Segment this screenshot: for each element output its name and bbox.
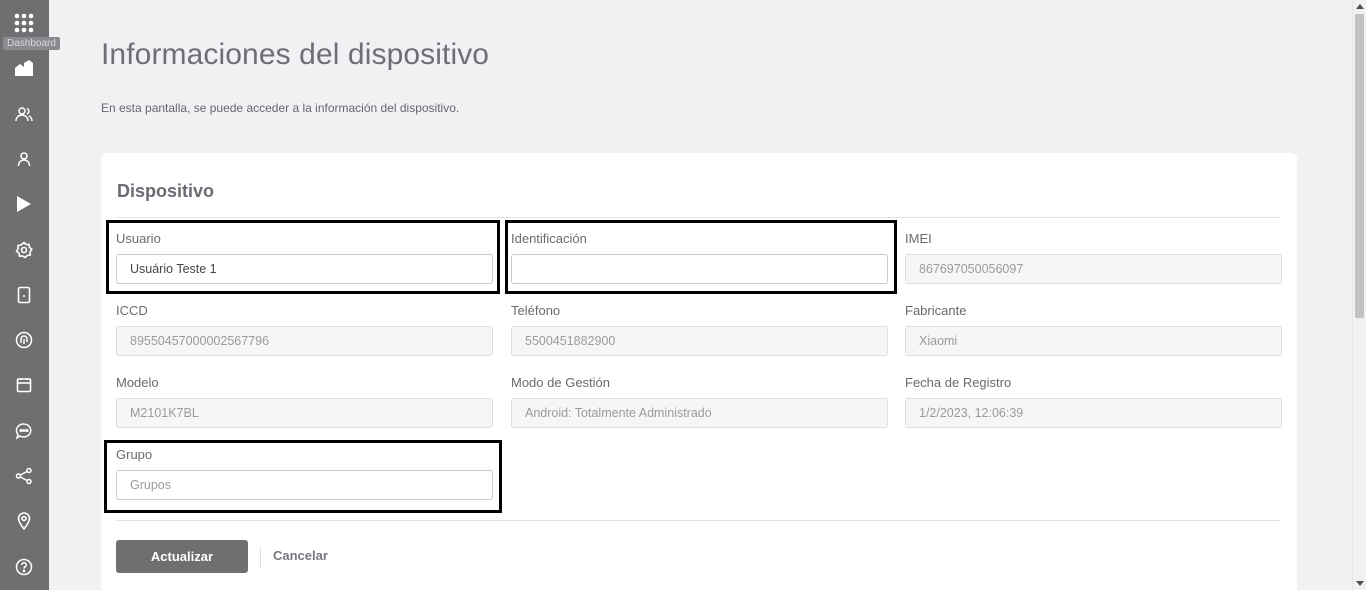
settings-gear-icon[interactable] — [12, 238, 36, 262]
vertical-scrollbar[interactable] — [1352, 0, 1366, 590]
modelo-label: Modelo — [116, 375, 159, 390]
fecha-label: Fecha de Registro — [905, 375, 1012, 390]
location-pin-icon[interactable] — [12, 509, 36, 533]
telefono-label: Teléfono — [511, 303, 561, 318]
card-divider-bottom — [116, 520, 1281, 521]
sidebar: Dashboard — [0, 0, 60, 590]
calendar-icon[interactable] — [12, 373, 36, 397]
share-icon[interactable] — [12, 464, 36, 488]
dashboard-icon[interactable] — [12, 56, 36, 80]
sidebar-tooltip: Dashboard — [3, 37, 60, 50]
apps-grid-icon[interactable] — [12, 11, 36, 35]
scroll-up-arrow-icon[interactable] — [1356, 4, 1364, 9]
page-title: Informaciones del dispositivo — [101, 38, 490, 71]
modo-label: Modo de Gestión — [511, 375, 611, 390]
users-group-icon[interactable] — [12, 102, 36, 126]
scrollbar-thumb[interactable] — [1355, 14, 1364, 318]
modelo-input: M2101K7BL — [116, 398, 493, 428]
app-window: Dashboard Informaciones del dispositivo … — [0, 0, 1366, 590]
card-title: Dispositivo — [117, 181, 215, 201]
modo-input: Android: Totalmente Administrado — [511, 398, 888, 428]
help-icon[interactable] — [12, 555, 36, 579]
play-store-icon[interactable] — [12, 192, 36, 216]
highlight-grupo — [104, 440, 502, 513]
iccd-label: ICCD — [116, 303, 148, 318]
button-separator — [260, 547, 261, 567]
highlight-identificacion — [505, 220, 897, 294]
user-icon[interactable] — [12, 147, 36, 171]
imei-input: 867697050056097 — [905, 254, 1282, 284]
iccd-input: 89550457000002567796 — [116, 326, 493, 356]
highlight-usuario — [106, 220, 500, 294]
fecha-input: 1/2/2023, 12:06:39 — [905, 398, 1282, 428]
imei-label: IMEI — [905, 231, 932, 246]
chat-icon[interactable] — [12, 419, 36, 443]
fabricante-label: Fabricante — [905, 303, 967, 318]
cancel-button[interactable]: Cancelar — [273, 547, 328, 565]
card-divider-top — [116, 217, 1281, 218]
update-button[interactable]: Actualizar — [116, 540, 248, 573]
fabricante-input: Xiaomi — [905, 326, 1282, 356]
page-subtitle: En esta pantalla, se puede acceder a la … — [101, 101, 460, 115]
fingerprint-icon[interactable] — [12, 328, 36, 352]
telefono-input: 5500451882900 — [511, 326, 888, 356]
device-icon[interactable] — [12, 283, 36, 307]
scroll-down-arrow-icon[interactable] — [1356, 581, 1364, 586]
device-card: Dispositivo Usuario Usuário Teste 1 Iden… — [101, 153, 1297, 590]
